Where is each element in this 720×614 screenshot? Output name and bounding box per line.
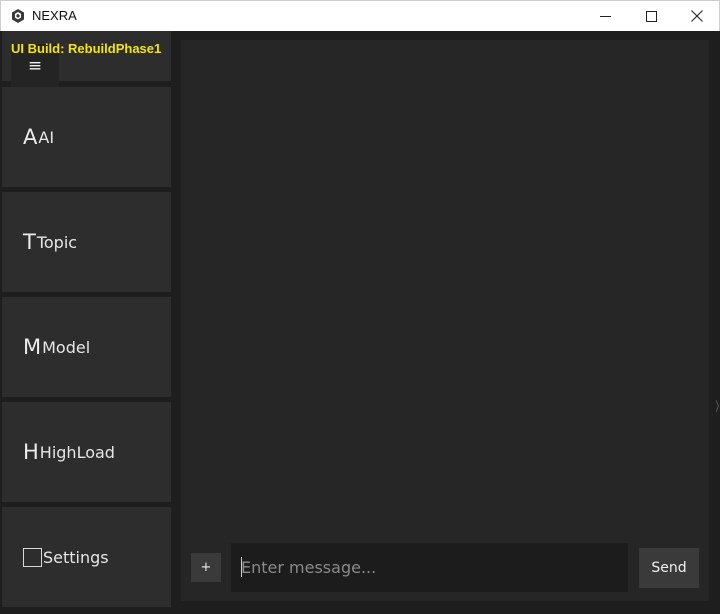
plus-icon: + [200, 560, 212, 575]
chat-log[interactable] [181, 40, 709, 535]
sidebar-item-topic[interactable]: T Topic [2, 192, 171, 292]
sidebar-item-highload[interactable]: H HighLoad [2, 402, 171, 502]
minimize-icon [599, 7, 611, 26]
chat-panel: + Send [181, 40, 709, 601]
highload-glyph-icon: H [23, 439, 39, 464]
sidebar-item-ai[interactable]: A AI [2, 87, 171, 187]
ai-glyph-icon: A [23, 124, 38, 149]
checkbox-icon [23, 547, 42, 567]
sidebar-item-label: AI [38, 127, 55, 147]
send-button[interactable]: Send [639, 548, 699, 588]
text-caret [241, 557, 242, 577]
maximize-button[interactable] [628, 1, 674, 31]
model-glyph-icon: M [23, 334, 42, 359]
maximize-icon [645, 7, 657, 26]
hamburger-icon: ≡ [27, 56, 43, 76]
build-label: UI Build: RebuildPhase1 [11, 41, 162, 56]
attach-button[interactable]: + [191, 553, 221, 582]
window-title: NEXRA [32, 8, 77, 23]
sidebar-item-settings[interactable]: Settings [2, 507, 171, 607]
sidebar-item-model[interactable]: M Model [2, 297, 171, 397]
sidebar: ≡ UI Build: RebuildPhase1 A AI T Topic M… [0, 31, 176, 614]
sidebar-item-label: Topic [36, 232, 78, 252]
topic-glyph-icon: T [23, 229, 36, 254]
minimize-button[interactable] [582, 1, 628, 31]
cube-icon [10, 8, 26, 24]
message-input[interactable] [231, 543, 628, 592]
title-bar: NEXRA [0, 0, 720, 31]
sidebar-item-label: Settings [43, 547, 109, 567]
sidebar-item-label: HighLoad [39, 442, 115, 462]
send-button-label: Send [651, 560, 687, 576]
sidebar-item-label: Model [42, 337, 91, 357]
resize-handle[interactable] [715, 397, 720, 413]
close-button[interactable] [674, 1, 720, 31]
app-client-area: ≡ UI Build: RebuildPhase1 A AI T Topic M… [0, 31, 720, 614]
close-icon [691, 7, 703, 26]
